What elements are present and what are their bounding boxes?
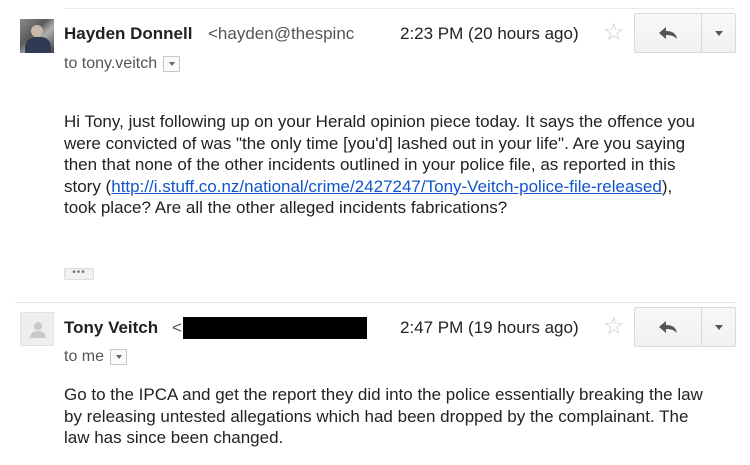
recipient-line: to me [64,348,128,366]
chevron-down-icon [714,30,723,36]
chevron-down-icon [115,355,122,359]
reply-arrow-icon [659,27,677,39]
reply-button[interactable] [635,308,702,346]
sender-avatar[interactable] [20,19,54,53]
reply-button-group [634,13,736,53]
recipient-details-toggle[interactable] [163,56,181,72]
more-options-button[interactable] [702,308,735,346]
redaction-block [183,317,367,339]
message-timestamp: 2:47 PM (19 hours ago) [400,318,579,337]
story-link[interactable]: http://i.stuff.co.nz/national/crime/2427… [111,177,662,196]
reply-button[interactable] [635,14,702,52]
message-text: Go to the IPCA and get the report they d… [64,385,703,447]
reply-button-group [634,307,736,347]
star-icon[interactable]: ☆ [603,21,625,45]
message-divider [15,302,735,303]
thread-top-divider [64,8,735,9]
recipient-line: to tony.veitch [64,55,181,73]
message-timestamp: 2:23 PM (20 hours ago) [400,24,579,43]
show-trimmed-content-button[interactable]: ••• [64,268,94,280]
chevron-down-icon [714,324,723,330]
recipient-details-toggle[interactable] [110,349,128,365]
recipient-text: to tony.veitch [64,55,158,72]
message-body: Go to the IPCA and get the report they d… [64,384,704,449]
sender-name[interactable]: Hayden Donnell [64,24,192,44]
message-body: Hi Tony, just following up on your Heral… [64,111,704,219]
sender-name[interactable]: Tony Veitch [64,318,158,338]
more-options-button[interactable] [702,14,735,52]
recipient-text: to me [64,348,105,365]
star-icon[interactable]: ☆ [603,315,625,339]
chevron-down-icon [168,62,175,66]
reply-arrow-icon [659,321,677,333]
sender-email: <hayden@thespinc [208,24,355,43]
sender-avatar[interactable] [20,312,54,346]
